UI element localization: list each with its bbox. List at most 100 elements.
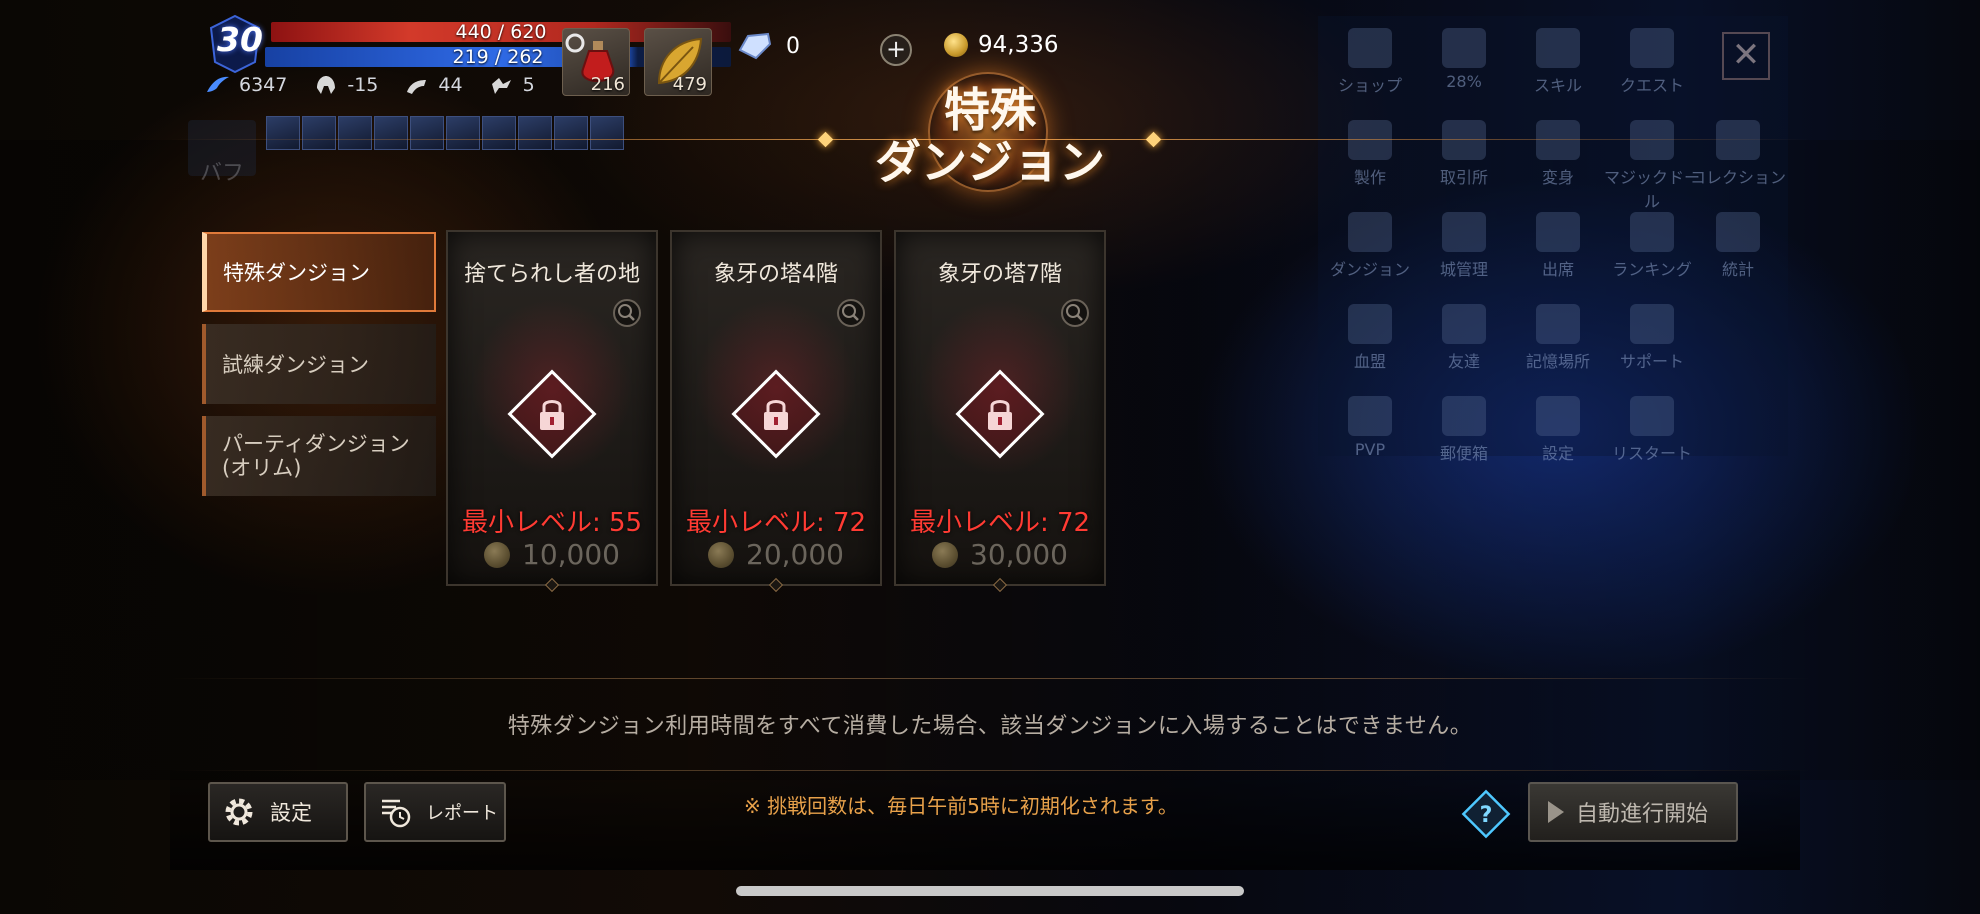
menu-label: PVP — [1354, 440, 1386, 459]
boot-icon — [407, 80, 427, 94]
menu-shop: ショップ — [1322, 28, 1418, 96]
menu-label: リスタート — [1611, 444, 1692, 463]
help-icon[interactable]: ? — [1460, 788, 1512, 840]
menu-label: 製作 — [1353, 168, 1386, 187]
gold-coin-icon — [944, 33, 968, 57]
collection-icon — [1716, 120, 1760, 160]
doll-icon — [1630, 120, 1674, 160]
scale-icon — [1442, 120, 1486, 160]
cost-value: 10,000 — [522, 538, 620, 571]
dungeon-card[interactable]: 象牙の塔7階 最小レベル: 72 30,000 — [894, 230, 1106, 593]
close-button[interactable]: ✕ — [1722, 32, 1770, 80]
tab-label-line1: パーティダンジョン — [222, 432, 410, 456]
menu-label: ショップ — [1337, 76, 1402, 95]
buff-icons-row — [266, 116, 624, 150]
buff-icon — [554, 116, 588, 150]
menu-dungeon: ダンジョン — [1322, 212, 1418, 280]
min-level-requirement: 最小レベル: 72 — [685, 508, 867, 538]
tab-trial-dungeon[interactable]: 試練ダンジョン — [202, 324, 436, 404]
settings-label: 設定 — [270, 801, 312, 825]
menu-quest: クエスト — [1604, 28, 1700, 96]
lock-icon — [507, 369, 597, 459]
home-indicator[interactable] — [736, 886, 1244, 896]
buff-icon — [590, 116, 624, 150]
menu-memory: 記憶場所 — [1510, 304, 1606, 372]
menu-label: スキル — [1533, 76, 1582, 95]
add-currency-button[interactable]: + — [880, 34, 912, 66]
reset-notice: ※ 挑戦回数は、毎日午前5時に初期化されます。 — [744, 794, 1178, 818]
crystal-icon — [738, 32, 772, 60]
menu-label: 出席 — [1541, 260, 1574, 279]
menu-label: マジックドール — [1604, 168, 1701, 211]
menu-stats: 統計 — [1690, 212, 1786, 280]
player-level: 30 — [217, 20, 263, 59]
item-slot-leaf[interactable]: 479 — [644, 28, 712, 96]
zoom-icon[interactable] — [1060, 298, 1090, 328]
dungeon-card[interactable]: 象牙の塔4階 最小レベル: 72 20,000 — [670, 230, 882, 593]
tab-label: パーティダンジョン (オリム) — [222, 432, 410, 480]
zoom-icon[interactable] — [836, 298, 866, 328]
entry-cost: 10,000 — [448, 538, 656, 571]
auto-progress-label: 自動進行開始 — [1576, 802, 1709, 827]
stats-icon — [1716, 212, 1760, 252]
menu-label: ランキング — [1612, 260, 1692, 279]
menu-label: 変身 — [1541, 168, 1574, 187]
close-icon: ✕ — [1731, 35, 1761, 75]
usage-time-notice: 特殊ダンジョン利用時間をすべて消費した場合、該当ダンジョンに入場することはできま… — [507, 714, 1473, 739]
stat-magic: 5 — [489, 74, 535, 96]
dungeon-card[interactable]: 捨てられし者の地 最小レベル: 55 10,000 — [446, 230, 658, 593]
menu-label: 記憶場所 — [1525, 352, 1590, 371]
auto-progress-button[interactable]: 自動進行開始 — [1528, 782, 1738, 842]
report-button[interactable]: レポート — [364, 782, 506, 842]
magic-icon — [491, 78, 511, 94]
lock-icon — [955, 369, 1045, 459]
menu-label: 城管理 — [1439, 260, 1488, 279]
item-count: 479 — [672, 74, 707, 95]
report-icon — [382, 799, 411, 828]
tab-special-dungeon[interactable]: 特殊ダンジョン — [202, 232, 436, 312]
menu-label: 統計 — [1721, 260, 1754, 279]
item-slot-potion[interactable]: 216 — [562, 28, 630, 96]
menu-magic-doll: マジックドール — [1604, 120, 1700, 212]
menu-label: 郵便箱 — [1439, 444, 1488, 463]
gold-coin-icon — [932, 541, 958, 568]
menu-ranking: ランキング — [1604, 212, 1700, 280]
tab-label: 特殊ダンジョン — [223, 261, 370, 285]
buff-icon — [302, 116, 336, 150]
buff-icon — [482, 116, 516, 150]
settings-button[interactable]: 設定 — [208, 782, 348, 842]
lock-icon — [731, 369, 821, 459]
tab-label-line2: (オリム) — [222, 456, 302, 480]
cost-value: 30,000 — [970, 538, 1068, 571]
stats-row: 6347 -15 44 5 — [205, 74, 535, 96]
plus-icon: + — [885, 35, 907, 63]
menu-pvp: PVP — [1322, 396, 1418, 459]
support-icon — [1630, 304, 1674, 344]
notice-divider — [170, 678, 1810, 679]
menu-clan: 血盟 — [1322, 304, 1418, 372]
buff-icon — [338, 116, 372, 150]
dungeon-name: 捨てられし者の地 — [463, 262, 640, 287]
menu-settings: 設定 — [1510, 396, 1606, 464]
gold-coin-icon — [484, 541, 510, 568]
min-level-requirement: 最小レベル: 72 — [909, 508, 1091, 538]
menu-castle: 城管理 — [1416, 212, 1512, 280]
transform-icon — [1536, 120, 1580, 160]
gold-currency: 94,336 — [944, 32, 1058, 58]
pvp-icon — [1348, 396, 1392, 436]
svg-text:?: ? — [1480, 803, 1493, 828]
tab-party-dungeon[interactable]: パーティダンジョン (オリム) — [202, 416, 436, 496]
progress-icon — [1442, 28, 1486, 68]
entry-cost: 30,000 — [896, 538, 1104, 571]
stat-evasion: 44 — [404, 74, 463, 96]
menu-friends: 友達 — [1416, 304, 1512, 372]
background-menu-panel: ショップ 28% スキル クエスト 製作 取引所 変身 マジックドール コレクシ… — [1318, 16, 1788, 463]
item-count: 216 — [590, 74, 625, 95]
stat-power: 6347 — [205, 74, 287, 96]
page-title: 特殊 ダンジョン — [830, 84, 1150, 188]
menu-progress: 28% — [1416, 28, 1512, 91]
trophy-icon — [1630, 212, 1674, 252]
zoom-icon[interactable] — [612, 298, 642, 328]
anvil-icon — [1348, 120, 1392, 160]
buff-icon — [266, 116, 300, 150]
